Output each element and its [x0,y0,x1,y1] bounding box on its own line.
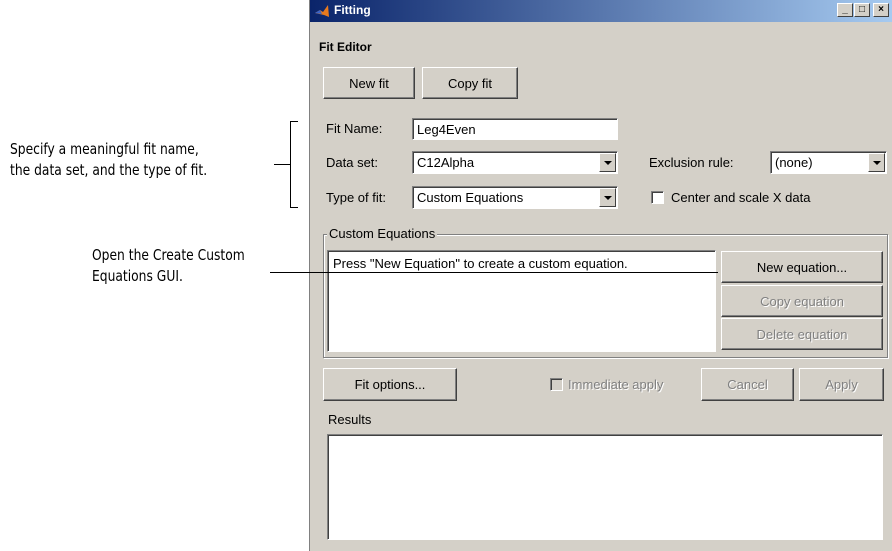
copy-fit-button[interactable]: Copy fit [422,67,518,99]
new-fit-button[interactable]: New fit [323,67,415,99]
list-item[interactable]: Press "New Equation" to create a custom … [333,256,710,271]
data-set-select[interactable]: C12Alpha [412,151,618,174]
immediate-apply-label: Immediate apply [568,377,664,392]
new-equation-button[interactable]: New equation... [721,251,883,283]
results-area[interactable] [327,434,883,540]
bracket-bottom [290,207,298,208]
minimize-button[interactable]: _ [837,3,853,17]
exclusion-rule-select[interactable]: (none) [770,151,887,174]
fit-options-button[interactable]: Fit options... [323,368,457,401]
annotation-line: Open the Create Custom [92,246,245,264]
chevron-down-icon[interactable] [599,153,616,172]
type-of-fit-select[interactable]: Custom Equations [412,186,618,209]
fit-name-input[interactable]: Leg4Even [412,118,618,140]
pointer-line [270,272,718,273]
annotation-fit-spec: Specify a meaningful fit name, the data … [10,139,207,181]
center-scale-label: Center and scale X data [671,190,811,205]
matlab-icon [315,5,329,17]
chevron-down-icon[interactable] [599,188,616,207]
immediate-apply-checkbox[interactable] [550,378,563,391]
fit-name-label: Fit Name: [326,121,383,136]
annotation-line: Specify a meaningful fit name, [10,140,199,158]
fit-editor-heading: Fit Editor [319,40,372,54]
copy-equation-button[interactable]: Copy equation [721,285,883,317]
chevron-down-icon[interactable] [868,153,885,172]
bracket-vertical [290,121,291,208]
title-bar[interactable]: Fitting _ □ × [310,0,892,22]
maximize-button[interactable]: □ [854,3,870,17]
equations-list[interactable]: Press "New Equation" to create a custom … [327,250,716,352]
exclusion-rule-value: (none) [775,155,813,170]
type-of-fit-value: Custom Equations [417,190,524,205]
data-set-label: Data set: [326,155,379,170]
window-title: Fitting [334,3,371,17]
exclusion-rule-label: Exclusion rule: [649,155,734,170]
custom-equations-group-title: Custom Equations [327,226,438,241]
fitting-window: Fitting _ □ × Fit Editor New fit Copy fi… [309,0,892,551]
bracket-pointer [274,164,290,165]
bracket-top [290,121,298,122]
annotation-custom-gui: Open the Create Custom Equations GUI. [92,245,245,287]
data-set-value: C12Alpha [417,155,475,170]
cancel-button[interactable]: Cancel [701,368,794,401]
type-of-fit-label: Type of fit: [326,190,386,205]
annotation-line: the data set, and the type of fit. [10,161,208,179]
close-button[interactable]: × [873,3,889,17]
apply-button[interactable]: Apply [799,368,884,401]
center-scale-checkbox[interactable] [651,191,664,204]
delete-equation-button[interactable]: Delete equation [721,318,883,350]
annotation-line: Equations GUI. [92,267,183,285]
results-label: Results [328,412,372,427]
